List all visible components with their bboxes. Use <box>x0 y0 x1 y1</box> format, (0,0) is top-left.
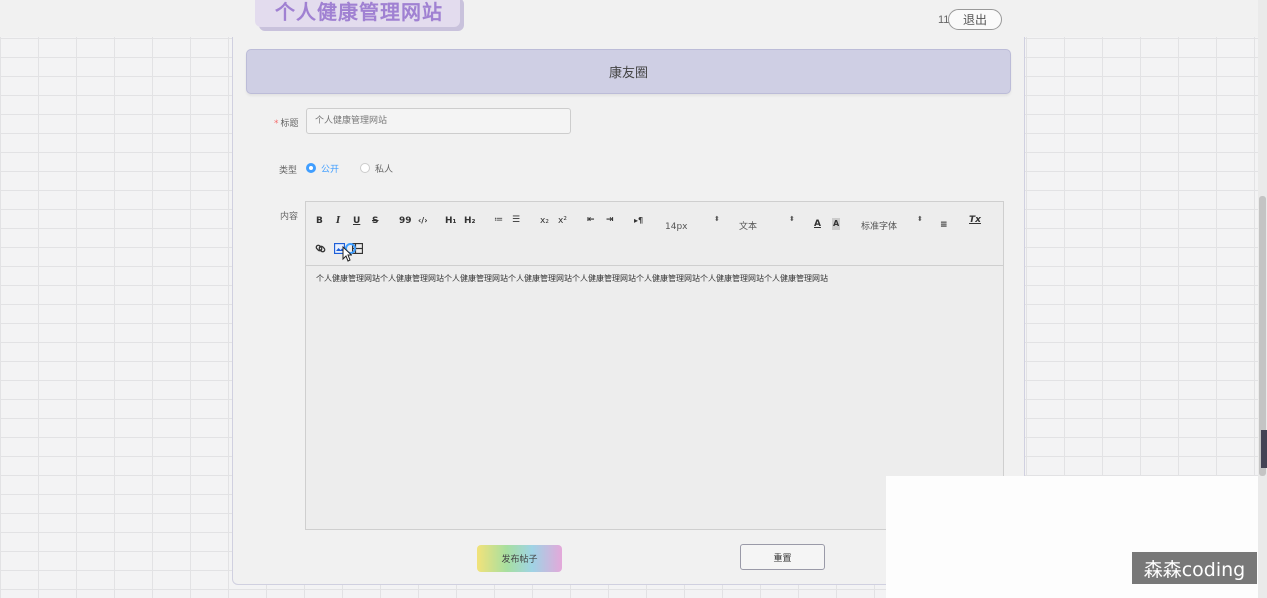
radio-public[interactable] <box>306 163 316 173</box>
side-tab[interactable] <box>1261 430 1267 468</box>
header-dropdown-icon[interactable]: ⬍ <box>789 213 795 225</box>
underline-button[interactable]: U <box>353 215 360 227</box>
code-icon[interactable]: ‹/› <box>418 215 428 227</box>
radio-private[interactable] <box>360 163 370 173</box>
font-size-dropdown-icon[interactable]: ⬍ <box>714 213 720 225</box>
font-size-select[interactable]: 14px <box>665 221 688 233</box>
superscript-button[interactable]: x² <box>558 215 567 227</box>
font-family-dropdown-icon[interactable]: ⬍ <box>917 213 923 225</box>
top-bar <box>0 0 1267 37</box>
site-title: 个人健康管理网站 <box>275 2 443 24</box>
subscript-button[interactable]: x₂ <box>540 215 549 227</box>
radio-private-label[interactable]: 私人 <box>375 162 393 175</box>
outdent-icon[interactable]: ⇤ <box>587 214 595 226</box>
watermark: 森森coding <box>1132 552 1257 584</box>
type-label: 类型 <box>279 166 298 176</box>
required-mark: * <box>274 119 279 129</box>
content-label: 内容 <box>280 212 299 222</box>
publish-post-button[interactable]: 发布帖子 <box>477 545 562 572</box>
header-select[interactable]: 文本 <box>739 221 757 233</box>
mouse-cursor-icon <box>342 245 353 267</box>
bullet-list-icon[interactable]: ☰ <box>512 214 520 226</box>
logout-button[interactable]: 退出 <box>948 9 1002 30</box>
ordered-list-icon[interactable]: ≔ <box>494 214 503 226</box>
editor-content[interactable]: 个人健康管理网站个人健康管理网站个人健康管理网站个人健康管理网站个人健康管理网站… <box>316 273 828 284</box>
font-family-select[interactable]: 标准字体 <box>861 221 897 233</box>
font-color-icon[interactable]: A <box>814 218 821 230</box>
italic-button[interactable]: I <box>336 215 340 227</box>
radio-public-label[interactable]: 公开 <box>321 162 339 175</box>
header1-button[interactable]: H₁ <box>445 215 456 227</box>
title-label: * 标题 <box>274 116 299 129</box>
reset-button[interactable]: 重置 <box>740 544 825 570</box>
site-logo[interactable]: 个人健康管理网站 <box>255 0 460 27</box>
clean-format-icon[interactable]: Tx <box>969 214 981 226</box>
blockquote-icon[interactable]: 99 <box>399 215 412 227</box>
title-input[interactable]: 个人健康管理网站 <box>306 108 571 134</box>
title-label-text: 标题 <box>280 119 299 129</box>
indent-icon[interactable]: ⇥ <box>606 214 614 226</box>
bold-button[interactable]: B <box>316 215 323 227</box>
header2-button[interactable]: H₂ <box>464 215 475 227</box>
link-icon[interactable] <box>315 241 326 259</box>
align-icon[interactable]: ≡ <box>940 219 948 231</box>
toolbar-divider <box>305 265 1004 266</box>
strike-button[interactable]: S <box>372 215 378 227</box>
page-banner: 康友圈 <box>246 49 1011 94</box>
background-color-icon[interactable]: A <box>832 218 841 230</box>
text-direction-icon[interactable]: ▸¶ <box>634 215 643 227</box>
